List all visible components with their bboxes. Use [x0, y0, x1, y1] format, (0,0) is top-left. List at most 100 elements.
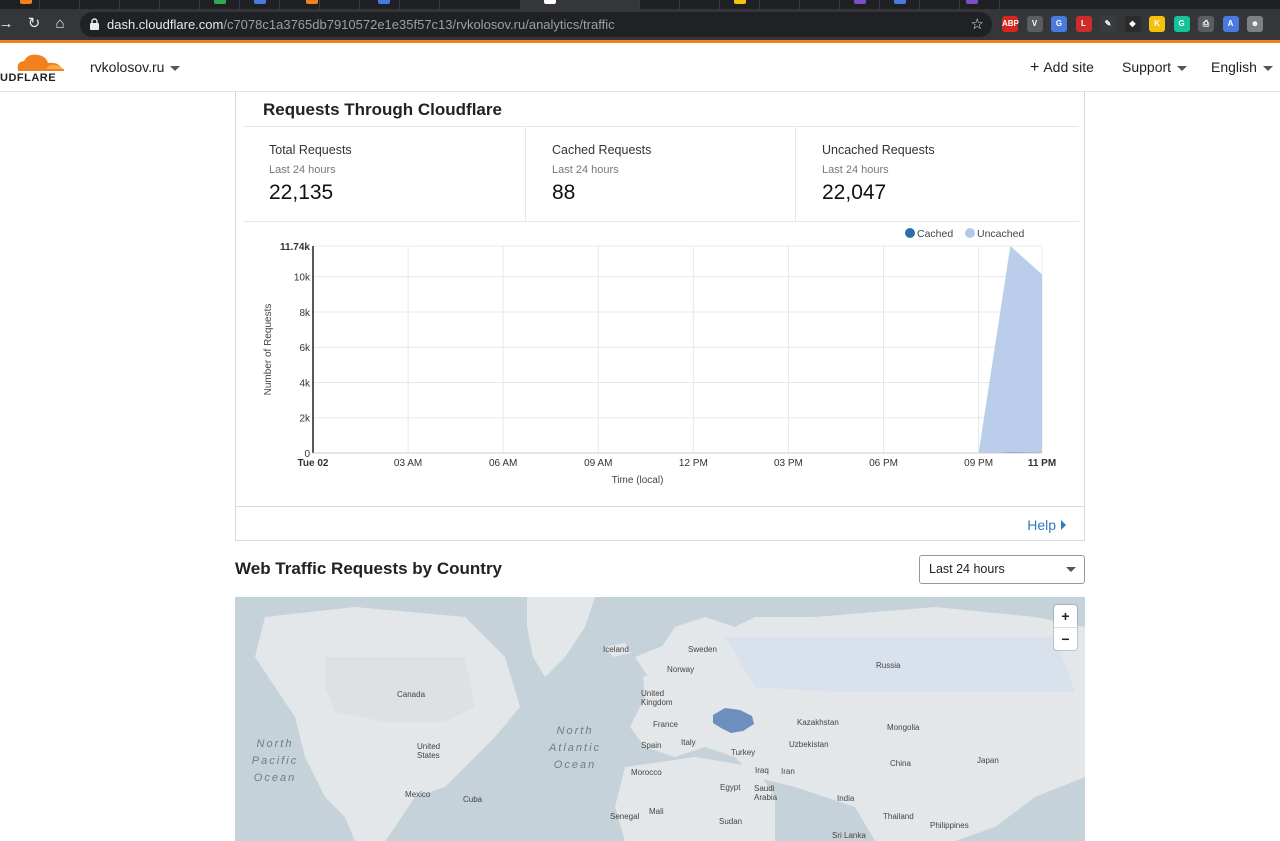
x-tick-label: 11 PM: [1028, 458, 1056, 469]
country-label-france: France: [653, 720, 678, 729]
browser-tab-active[interactable]: [520, 0, 640, 9]
browser-tab[interactable]: [680, 0, 720, 9]
map-zoom-control: + −: [1054, 605, 1077, 650]
country-label-japan: Japan: [977, 756, 999, 765]
language-label: English: [1211, 59, 1257, 75]
home-icon[interactable]: ⌂: [50, 14, 70, 34]
map-title: Web Traffic Requests by Country: [235, 559, 503, 578]
browser-tab[interactable]: [400, 0, 440, 9]
caret-down-icon: [1262, 65, 1273, 71]
help-link[interactable]: Help: [1027, 517, 1066, 533]
time-range-select[interactable]: Last 24 hours: [919, 555, 1085, 584]
legend-uncached[interactable]: Uncached: [965, 228, 1024, 240]
caret-down-icon: [1177, 65, 1188, 71]
browser-tab-strip: [0, 0, 1280, 9]
site-name: rvkolosov.ru: [90, 59, 165, 75]
country-label-sri-lanka: Sri Lanka: [832, 831, 866, 840]
country-label-iran: Iran: [781, 767, 795, 776]
browser-tab[interactable]: [0, 0, 40, 9]
y-axis-title: Number of Requests: [263, 304, 274, 396]
adblock-plus-icon[interactable]: ABP: [1002, 16, 1019, 32]
browser-tab[interactable]: [640, 0, 680, 9]
printer-icon[interactable]: ⎙: [1198, 16, 1214, 32]
legend-cached[interactable]: Cached: [905, 228, 953, 240]
bookmark-star-icon[interactable]: ☆: [971, 15, 984, 33]
pen-icon[interactable]: ✎: [1100, 16, 1116, 32]
y-tick-label: 8k: [299, 308, 311, 319]
cloudflare-header: UDFLARE rvkolosov.ru + Add site Support E…: [0, 43, 1280, 92]
lock-icon: [90, 18, 99, 30]
country-label-mexico: Mexico: [405, 790, 431, 799]
browser-tab[interactable]: [200, 0, 240, 9]
forward-arrow-icon[interactable]: →: [0, 14, 16, 34]
account-icon[interactable]: ☻: [1247, 16, 1263, 32]
browser-tab[interactable]: [360, 0, 400, 9]
country-label-kazakhstan: Kazakhstan: [797, 718, 839, 727]
stat-cached: Cached Requests Last 24 hours 88: [525, 127, 795, 222]
country-label-india: India: [837, 794, 855, 803]
x-tick-label: 12 PM: [679, 458, 708, 469]
x-axis-title: Time (local): [612, 475, 664, 486]
keep-icon[interactable]: K: [1149, 16, 1165, 32]
legend-label: Cached: [917, 228, 954, 240]
browser-tab[interactable]: [160, 0, 200, 9]
y-tick-label: 4k: [299, 378, 311, 389]
browser-tab[interactable]: [40, 0, 80, 9]
cube-icon[interactable]: ◆: [1124, 16, 1141, 32]
arrow-icon[interactable]: A: [1222, 16, 1239, 32]
country-label-united-kingdom: United Kingdom: [641, 689, 673, 707]
country-label-united-states: United States: [417, 742, 441, 760]
lastpass-icon[interactable]: L: [1075, 16, 1092, 32]
stats-row: Total Requests Last 24 hours 22,135 Cach…: [243, 126, 1079, 222]
country-label-iraq: Iraq: [755, 766, 769, 775]
chart-canvas: 02k4k6k8k10k11.74kTue 02 03 AM 06 AM 09 AM 1…: [263, 242, 1056, 486]
browser-tab[interactable]: [760, 0, 800, 9]
support-menu[interactable]: Support: [1122, 59, 1188, 75]
browser-tab[interactable]: [960, 0, 1000, 9]
country-label-sudan: Sudan: [719, 817, 743, 826]
country-label-sweden: Sweden: [688, 645, 717, 654]
browser-tab[interactable]: [320, 0, 360, 9]
requests-chart: Cached Uncached 0 2k 4k 6k 8k 10k 11.74k Tue 02…: [236, 223, 1084, 505]
plus-icon: +: [1030, 59, 1040, 76]
country-label-italy: Italy: [681, 738, 696, 747]
browser-tab[interactable]: [240, 0, 280, 9]
browser-tab[interactable]: [840, 0, 880, 9]
grammarly-icon[interactable]: G: [1173, 16, 1190, 32]
zoom-in-button[interactable]: +: [1054, 605, 1077, 627]
reload-icon[interactable]: ↻: [24, 14, 44, 34]
country-label-spain: Spain: [641, 741, 662, 750]
y-tick-label: 10k: [294, 273, 311, 284]
cloudflare-logo[interactable]: UDFLARE: [0, 50, 70, 84]
land-shape: [527, 597, 595, 677]
country-label-saudi-arabia: Saudi Arabia: [754, 784, 778, 802]
stat-label: Total Requests: [269, 143, 352, 157]
browser-tab[interactable]: [800, 0, 840, 9]
x-tick-label: 03 AM: [394, 458, 422, 469]
address-bar[interactable]: dash.cloudflare.com/c7078c1a3765db791057…: [80, 12, 992, 37]
x-tick-label: 06 AM: [489, 458, 517, 469]
add-site-button[interactable]: + Add site: [1030, 59, 1094, 77]
browser-tab[interactable]: [720, 0, 760, 9]
ocean-label-north-atlantic: North Atlantic Ocean: [548, 725, 602, 771]
vuejs-devtools-icon[interactable]: V: [1026, 16, 1043, 32]
country-label-russia: Russia: [876, 661, 901, 670]
caret-down-icon: [170, 65, 181, 71]
legend-label: Uncached: [977, 228, 1025, 240]
country-label-china: China: [890, 759, 911, 768]
panel-title: Requests Through Cloudflare: [263, 100, 502, 119]
translate-icon[interactable]: G: [1051, 16, 1067, 32]
zoom-out-button[interactable]: −: [1054, 627, 1077, 649]
ocean-label-north-pacific: North Pacific Ocean: [251, 738, 299, 784]
browser-tab[interactable]: [920, 0, 960, 9]
browser-tab[interactable]: [80, 0, 120, 9]
country-label-mongolia: Mongolia: [887, 723, 920, 732]
world-map[interactable]: Iceland Sweden Norway Russia Canada United Ki…: [235, 597, 1085, 841]
stat-uncached: Uncached Requests Last 24 hours 22,047: [795, 127, 1065, 222]
cloud-logo-icon: [17, 54, 64, 71]
language-menu[interactable]: English: [1211, 59, 1273, 75]
site-selector[interactable]: rvkolosov.ru: [90, 59, 181, 75]
browser-tab[interactable]: [280, 0, 320, 9]
browser-tab[interactable]: [120, 0, 160, 9]
browser-tab[interactable]: [880, 0, 920, 9]
